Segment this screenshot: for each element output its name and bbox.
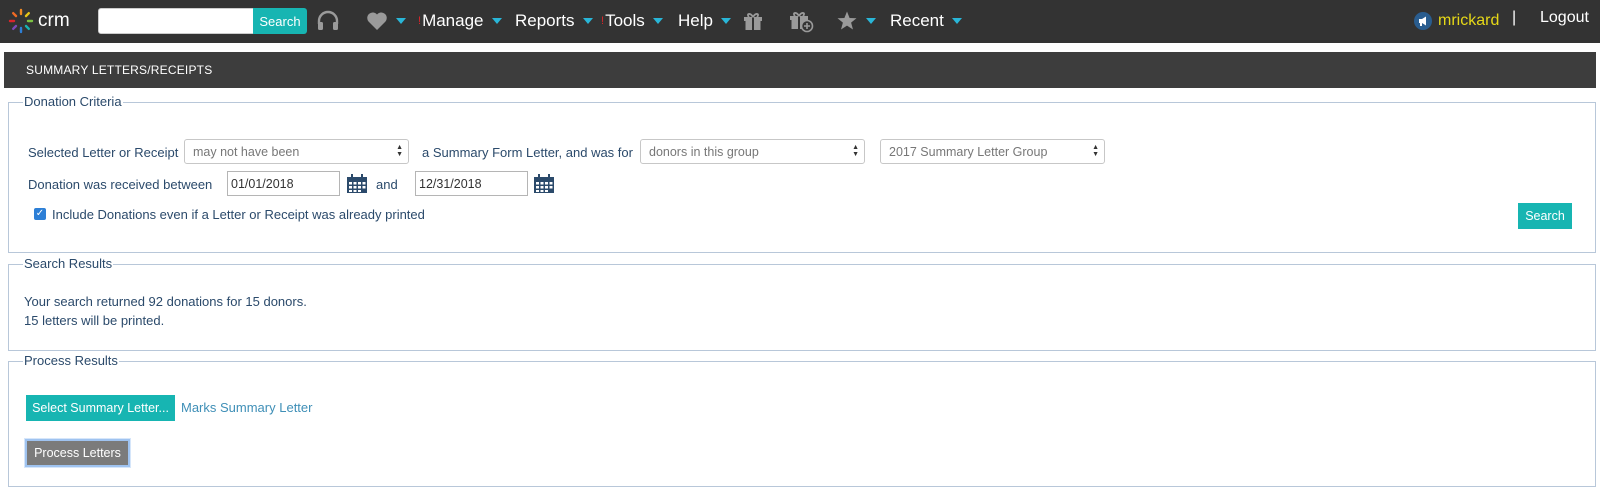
- alert-marker: !: [418, 15, 422, 27]
- announcement-icon: [1414, 12, 1432, 30]
- logout-link[interactable]: Logout: [1540, 9, 1589, 27]
- nav-tools-label: Tools: [605, 11, 645, 30]
- nav-recent-label: Recent: [890, 11, 944, 30]
- heart-icon: [367, 12, 387, 31]
- crm-logo-icon: [8, 8, 34, 34]
- global-search-button[interactable]: Search: [253, 8, 307, 34]
- letter-status-value: may not have been: [193, 145, 300, 159]
- panel-header: SUMMARY LETTERS/RECEIPTS: [4, 52, 1596, 88]
- criteria-search-button[interactable]: Search: [1518, 203, 1572, 229]
- process-letters-button[interactable]: Process Letters: [25, 439, 130, 467]
- gift-icon[interactable]: [742, 9, 764, 33]
- search-results-section: Search Results Your search returned 92 d…: [8, 256, 1596, 351]
- select-arrows-icon: ▲ ▼: [396, 144, 403, 158]
- chevron-down-icon: [652, 18, 663, 24]
- nav-help[interactable]: Help: [678, 9, 731, 33]
- username-link[interactable]: mrickard: [1438, 12, 1499, 30]
- chevron-down-icon: [866, 18, 876, 24]
- group-select[interactable]: 2017 Summary Letter Group ▲ ▼: [880, 139, 1105, 164]
- nav-separator: |: [1512, 9, 1517, 26]
- chevron-down-icon: [951, 18, 962, 24]
- favorites-heart-menu[interactable]: [366, 9, 406, 33]
- star-icon: [837, 11, 857, 30]
- select-arrows-icon: ▲ ▼: [1092, 144, 1099, 158]
- group-value: 2017 Summary Letter Group: [889, 145, 1048, 159]
- date-to-input[interactable]: [415, 171, 528, 196]
- results-summary-text: Your search returned 92 donations for 15…: [24, 294, 307, 309]
- top-navbar: crm Search ! Manage Reports ! Tools Help: [0, 0, 1600, 43]
- donor-scope-select[interactable]: donors in this group ▲ ▼: [640, 139, 865, 164]
- nav-reports-label: Reports: [515, 11, 575, 30]
- logo-text: crm: [38, 10, 70, 31]
- headset-icon[interactable]: [316, 9, 340, 33]
- chevron-down-icon: [491, 18, 502, 24]
- calendar-icon[interactable]: [346, 174, 368, 194]
- process-results-legend: Process Results: [23, 353, 119, 368]
- chevron-down-icon: [396, 18, 406, 24]
- include-printed-checkbox[interactable]: ✓: [34, 208, 46, 220]
- donation-criteria-section: Donation Criteria Selected Letter or Rec…: [8, 94, 1596, 253]
- chevron-down-icon: [720, 18, 731, 24]
- search-results-legend: Search Results: [23, 256, 114, 271]
- donor-scope-value: donors in this group: [649, 145, 759, 159]
- global-search-input[interactable]: [98, 8, 254, 34]
- received-between-label: Donation was received between: [28, 177, 213, 192]
- select-summary-letter-button[interactable]: Select Summary Letter...: [26, 395, 175, 421]
- donation-criteria-legend: Donation Criteria: [23, 94, 123, 109]
- crm-logo[interactable]: crm: [8, 8, 70, 34]
- select-arrows-icon: ▲ ▼: [852, 144, 859, 158]
- alert-marker: !: [601, 15, 605, 27]
- nav-recent[interactable]: Recent: [890, 9, 962, 33]
- chevron-down-icon: [582, 18, 593, 24]
- selected-letter-link[interactable]: Marks Summary Letter: [181, 400, 312, 415]
- nav-reports[interactable]: Reports: [515, 9, 593, 33]
- date-from-input[interactable]: [227, 171, 340, 196]
- nav-manage[interactable]: ! Manage: [418, 9, 502, 33]
- user-menu[interactable]: mrickard: [1414, 9, 1499, 33]
- include-printed-label: Include Donations even if a Letter or Re…: [52, 207, 425, 222]
- summary-form-letter-label: a Summary Form Letter, and was for: [422, 145, 633, 160]
- letters-count-text: 15 letters will be printed.: [24, 313, 165, 328]
- bookmarks-star-menu[interactable]: [836, 9, 876, 33]
- process-results-section: Process Results Select Summary Letter...…: [8, 353, 1596, 487]
- add-gift-icon[interactable]: [788, 9, 814, 33]
- letter-status-select[interactable]: may not have been ▲ ▼: [184, 139, 409, 164]
- page-title: SUMMARY LETTERS/RECEIPTS: [26, 63, 213, 77]
- calendar-icon[interactable]: [533, 174, 555, 194]
- nav-manage-label: Manage: [422, 11, 484, 30]
- nav-tools[interactable]: ! Tools: [601, 9, 663, 33]
- and-label: and: [376, 177, 398, 192]
- selected-letter-label: Selected Letter or Receipt: [28, 145, 179, 160]
- nav-help-label: Help: [678, 11, 713, 30]
